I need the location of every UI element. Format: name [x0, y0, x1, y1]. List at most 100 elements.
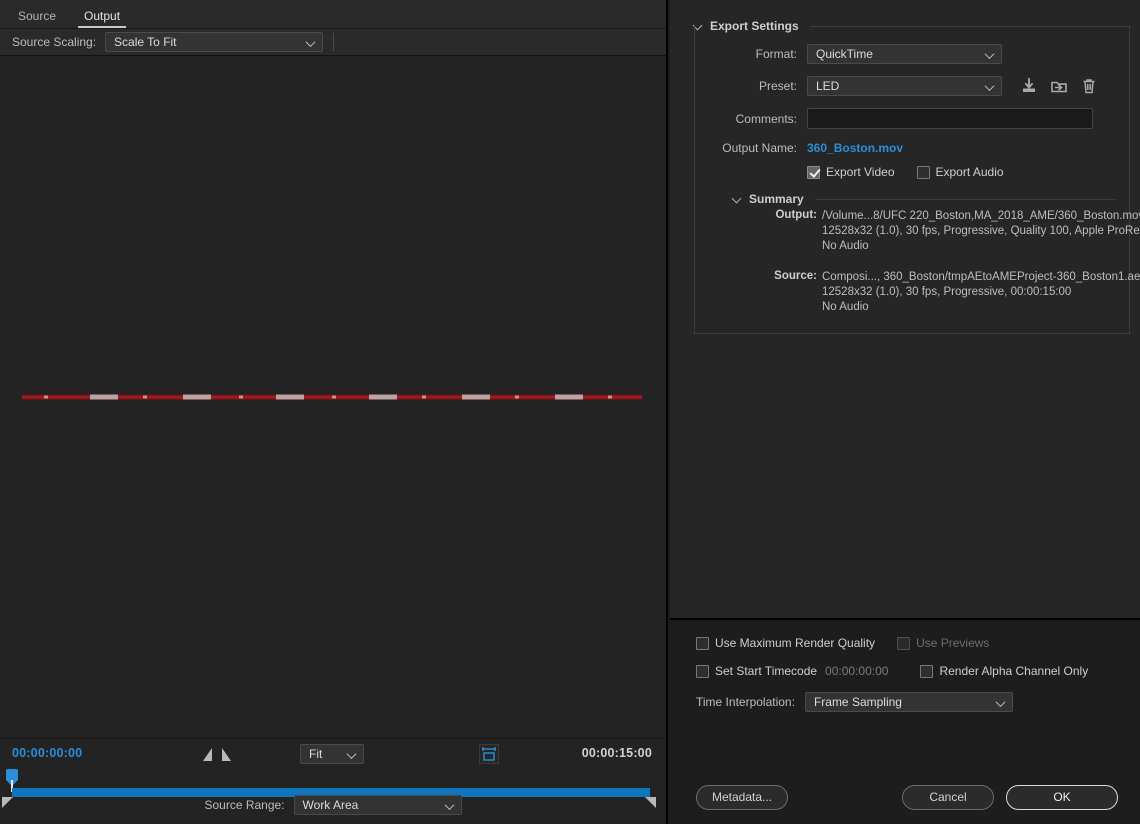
start-timecode-value: 00:00:00:00	[825, 664, 889, 678]
mark-out-icon[interactable]	[222, 748, 231, 761]
preset-actions	[1020, 77, 1098, 95]
summary-output-line-2: 12528x32 (1.0), 30 fps, Progressive, Qua…	[822, 225, 1140, 237]
source-scaling-select[interactable]: Scale To Fit	[105, 32, 324, 52]
comments-input[interactable]	[807, 108, 1093, 129]
summary-source-block: Source: Composi..., 360_Boston/tmpAEtoAM…	[765, 270, 1140, 315]
comments-label: Comments:	[735, 111, 797, 126]
led-strip-preview	[22, 394, 642, 400]
summary-source-line-1: Composi..., 360_Boston/tmpAEtoAMEProject…	[822, 271, 1140, 283]
summary-output-line-3: No Audio	[822, 240, 869, 252]
summary-group: Summary Output: /Volume...8/UFC 220_Bost…	[733, 191, 1140, 315]
export-toggles-row: Export Video Export Audio	[807, 165, 1115, 179]
summary-output-line-1: /Volume...8/UFC 220_Boston,MA_2018_AME/3…	[822, 210, 1140, 222]
export-settings-group: Export Settings Format: QuickTime Preset…	[694, 18, 1140, 334]
toolbar-divider	[333, 33, 335, 51]
cancel-button[interactable]: Cancel	[902, 784, 994, 810]
export-settings-scroll: Export Settings Format: QuickTime Preset…	[670, 0, 1140, 618]
delete-preset-icon[interactable]	[1080, 77, 1098, 95]
set-start-timecode-label: Set Start Timecode	[715, 664, 818, 678]
source-scaling-label: Source Scaling:	[12, 35, 97, 49]
export-video-checkbox[interactable]: Export Video	[807, 165, 895, 179]
preset-label: Preset:	[758, 79, 797, 93]
source-scaling-value: Scale To Fit	[114, 35, 177, 49]
save-preset-icon[interactable]	[1020, 77, 1038, 95]
preview-tab-bar: Source Output	[0, 0, 666, 29]
checkbox-box	[920, 664, 934, 678]
summary-output-lines: /Volume...8/UFC 220_Boston,MA_2018_AME/3…	[822, 209, 1140, 254]
source-range-icon[interactable]	[479, 744, 499, 767]
chevron-down-icon	[986, 50, 994, 58]
checkbox-box	[897, 636, 911, 650]
playback-controls-row: 00:00:00:00 Fit 00:00:15:00	[0, 739, 666, 769]
export-settings-dialog: Source Output Source Scaling: Scale To F…	[0, 0, 1140, 824]
mark-in-icon[interactable]	[203, 748, 212, 761]
max-render-quality-checkbox[interactable]: Use Maximum Render Quality	[696, 636, 875, 650]
export-audio-label: Export Audio	[935, 165, 1004, 179]
output-name-row: Output Name: 360_Boston.mov	[709, 141, 1115, 155]
metadata-button[interactable]: Metadata...	[696, 784, 788, 810]
chevron-down-icon	[307, 38, 315, 46]
time-interpolation-row: Time Interpolation: Frame Sampling	[696, 692, 1140, 712]
format-select[interactable]: QuickTime	[807, 44, 1002, 64]
summary-body: Output: /Volume...8/UFC 220_Boston,MA_20…	[765, 209, 1140, 315]
chevron-down-icon	[997, 698, 1005, 706]
checkbox-box	[696, 664, 709, 678]
summary-title: Summary	[749, 192, 804, 206]
source-scaling-row: Source Scaling: Scale To Fit	[0, 29, 666, 56]
playhead-icon[interactable]	[6, 769, 18, 792]
summary-output-block: Output: /Volume...8/UFC 220_Boston,MA_20…	[765, 209, 1140, 254]
source-range-select[interactable]: Work Area	[293, 795, 462, 815]
export-settings-block: Export Settings Format: QuickTime Preset…	[670, 0, 1140, 344]
chevron-down-icon	[986, 82, 994, 90]
use-previews-checkbox: Use Previews	[897, 636, 989, 650]
preset-value: LED	[816, 79, 840, 93]
checkbox-box	[696, 636, 709, 650]
source-range-row: Source Range: Work Area	[0, 794, 666, 816]
in-out-buttons	[203, 748, 231, 761]
duration-timecode: 00:00:15:00	[581, 746, 652, 760]
summary-source-lines: Composi..., 360_Boston/tmpAEtoAMEProject…	[822, 270, 1140, 315]
use-previews-label: Use Previews	[916, 636, 990, 650]
settings-pane: Export Settings Format: QuickTime Preset…	[670, 0, 1140, 824]
current-timecode[interactable]: 00:00:00:00	[12, 746, 82, 760]
output-name-link[interactable]: 360_Boston.mov	[807, 141, 903, 155]
zoom-level-value: Fit	[309, 747, 323, 761]
summary-header[interactable]: Summary	[733, 191, 1115, 207]
source-range-glyph	[479, 744, 499, 764]
summary-output-key: Output:	[775, 209, 817, 221]
import-preset-icon[interactable]	[1050, 77, 1068, 95]
summary-source-line-2: 12528x32 (1.0), 30 fps, Progressive, 00:…	[822, 286, 1072, 298]
max-render-quality-label: Use Maximum Render Quality	[715, 636, 876, 650]
preview-pane: Source Output Source Scaling: Scale To F…	[0, 0, 668, 824]
render-options-panel: Use Maximum Render Quality Use Previews …	[670, 618, 1140, 824]
preset-select[interactable]: LED	[807, 76, 1002, 96]
start-timecode-row: Set Start Timecode 00:00:00:00 Render Al…	[696, 664, 1140, 678]
chevron-down-icon[interactable]	[733, 195, 742, 204]
checkbox-box	[807, 165, 820, 179]
chevron-down-icon	[446, 801, 454, 809]
source-range-value: Work Area	[302, 798, 359, 812]
zoom-level-select[interactable]: Fit	[300, 744, 364, 764]
export-settings-body: Format: QuickTime Preset: LED Comments: …	[694, 26, 1140, 334]
export-audio-checkbox[interactable]: Export Audio	[916, 165, 1004, 179]
tab-output[interactable]: Output	[76, 7, 128, 28]
render-alpha-label: Render Alpha Channel Only	[939, 664, 1089, 678]
time-interpolation-select[interactable]: Frame Sampling	[804, 692, 1013, 712]
tab-source[interactable]: Source	[10, 7, 64, 28]
set-start-timecode-checkbox[interactable]: Set Start Timecode	[696, 664, 817, 678]
summary-spacer	[765, 258, 1115, 270]
render-quality-row: Use Maximum Render Quality Use Previews	[696, 636, 1140, 650]
output-name-label: Output Name:	[722, 141, 797, 155]
checkbox-box	[916, 165, 930, 179]
ok-button[interactable]: OK	[1006, 784, 1118, 810]
render-alpha-checkbox[interactable]: Render Alpha Channel Only	[920, 664, 1088, 678]
format-value: QuickTime	[816, 47, 873, 61]
dialog-footer: Metadata... Cancel OK	[670, 784, 1140, 810]
comments-row: Comments:	[709, 108, 1115, 129]
time-interpolation-label: Time Interpolation:	[696, 695, 795, 709]
chevron-down-icon	[348, 750, 356, 758]
summary-source-key: Source:	[774, 270, 817, 282]
video-preview-stage[interactable]	[0, 56, 666, 738]
export-video-label: Export Video	[826, 165, 895, 179]
format-row: Format: QuickTime	[709, 44, 1115, 64]
